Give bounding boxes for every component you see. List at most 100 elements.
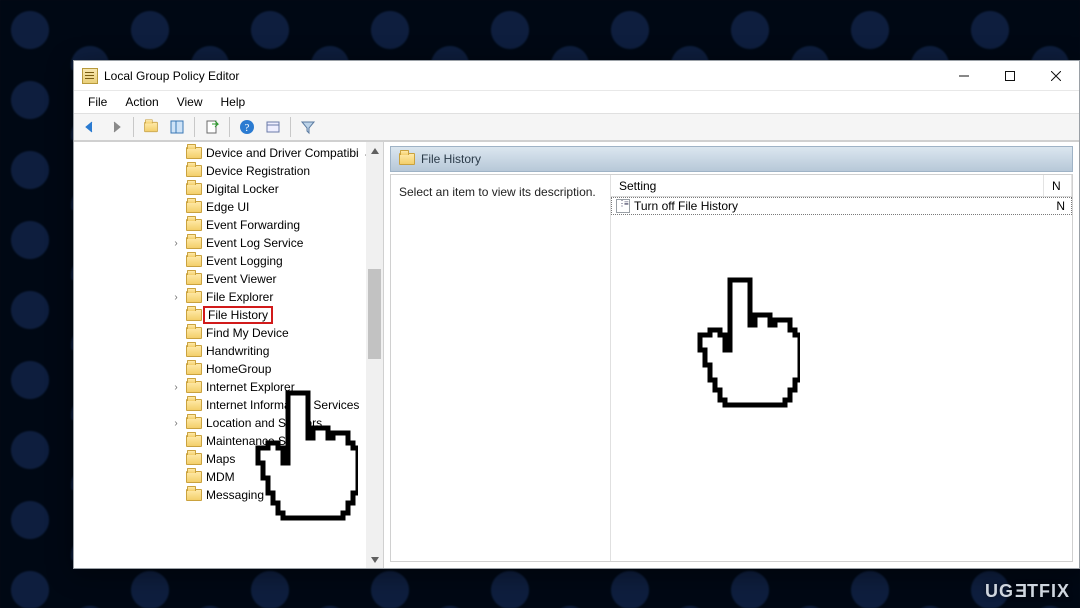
expand-arrow-icon[interactable]: › [170, 418, 182, 429]
toolbar-separator [229, 117, 230, 137]
folder-icon [186, 489, 202, 501]
up-one-level-button[interactable] [139, 115, 163, 139]
expand-arrow-icon[interactable]: › [170, 292, 182, 303]
tree-scrollbar[interactable] [366, 142, 383, 568]
toolbar-separator [194, 117, 195, 137]
tree-node[interactable]: Event Forwarding [74, 216, 383, 234]
tree-node-label: Digital Locker [206, 182, 279, 196]
tree-node[interactable]: Digital Locker [74, 180, 383, 198]
folder-icon [186, 237, 202, 249]
folder-icon [186, 327, 202, 339]
tree-node[interactable]: Find My Device [74, 324, 383, 342]
menu-view[interactable]: View [169, 93, 211, 111]
description-text: Select an item to view its description. [399, 185, 596, 199]
tree-node[interactable]: HomeGroup [74, 360, 383, 378]
content-header-title: File History [421, 152, 481, 166]
svg-text:?: ? [245, 122, 250, 134]
folder-icon [186, 147, 202, 159]
tree-node-label: Edge UI [206, 200, 249, 214]
folder-icon [186, 453, 202, 465]
cursor-hand-icon [248, 388, 358, 528]
tree-node-label: Event Viewer [206, 272, 276, 286]
tree-node-label: Event Log Service [206, 236, 303, 250]
gpedit-window: Local Group Policy Editor File Action Vi… [73, 60, 1080, 569]
folder-icon [186, 381, 202, 393]
app-icon [82, 68, 98, 84]
watermark: UGETFIX [985, 581, 1070, 602]
minimize-button[interactable] [941, 61, 987, 91]
folder-icon [186, 219, 202, 231]
cursor-hand-icon [690, 275, 800, 415]
window-body: Device and Driver Compatibi ˄ Device Regi… [74, 141, 1079, 568]
close-button[interactable] [1033, 61, 1079, 91]
scroll-down-button[interactable] [366, 551, 383, 568]
menu-bar: File Action View Help [74, 91, 1079, 113]
folder-icon [186, 183, 202, 195]
folder-icon [399, 153, 415, 165]
export-list-button[interactable] [200, 115, 224, 139]
setting-label: Turn off File History [634, 199, 738, 213]
folder-icon [186, 273, 202, 285]
expand-arrow-icon[interactable]: › [170, 238, 182, 249]
toolbar: ? [74, 113, 1079, 141]
tree-node-label: File Explorer [206, 290, 273, 304]
folder-icon [186, 255, 202, 267]
tree-node-label: HomeGroup [206, 362, 271, 376]
toolbar-separator [290, 117, 291, 137]
help-button[interactable]: ? [235, 115, 259, 139]
policy-item-icon [616, 199, 630, 213]
folder-icon [186, 435, 202, 447]
folder-icon [186, 399, 202, 411]
tree-node[interactable]: › Event Log Service [74, 234, 383, 252]
folder-icon [186, 165, 202, 177]
tree-node-label: MDM [206, 470, 235, 484]
tree-node[interactable]: File History [74, 306, 383, 324]
description-column: Select an item to view its description. [391, 175, 611, 561]
tree-node-label: Handwriting [206, 344, 269, 358]
properties-button[interactable] [261, 115, 285, 139]
tree-node-label: Device Registration [206, 164, 310, 178]
tree-node[interactable]: Device and Driver Compatibi ˄ [74, 144, 383, 162]
tree-node-label: Maps [206, 452, 235, 466]
tree-node[interactable]: Edge UI [74, 198, 383, 216]
forward-button[interactable] [104, 115, 128, 139]
column-setting[interactable]: Setting [611, 175, 1044, 196]
tree-node[interactable]: Event Viewer [74, 270, 383, 288]
tree-node-label: Find My Device [206, 326, 289, 340]
folder-icon [186, 363, 202, 375]
folder-icon [186, 417, 202, 429]
setting-row[interactable]: Turn off File History N [611, 197, 1072, 215]
folder-icon [186, 291, 202, 303]
expand-arrow-icon[interactable]: › [170, 382, 182, 393]
filter-button[interactable] [296, 115, 320, 139]
scroll-track[interactable] [366, 159, 383, 551]
tree-node[interactable]: Handwriting [74, 342, 383, 360]
titlebar[interactable]: Local Group Policy Editor [74, 61, 1079, 91]
menu-action[interactable]: Action [117, 93, 166, 111]
tree-node-label: File History [203, 306, 273, 324]
tree-node-label: Event Forwarding [206, 218, 300, 232]
folder-icon [186, 309, 202, 321]
settings-list: Setting N Turn off File History N [611, 175, 1072, 561]
back-button[interactable] [78, 115, 102, 139]
setting-state: N [1056, 199, 1071, 213]
list-header[interactable]: Setting N [611, 175, 1072, 197]
tree-node-label: Event Logging [206, 254, 283, 268]
tree-node[interactable]: Event Logging [74, 252, 383, 270]
folder-icon [186, 201, 202, 213]
tree-node[interactable]: › File Explorer [74, 288, 383, 306]
tree-node-label: Device and Driver Compatibi [206, 146, 359, 160]
scroll-up-button[interactable] [366, 142, 383, 159]
window-title: Local Group Policy Editor [104, 69, 239, 83]
toolbar-separator [133, 117, 134, 137]
menu-help[interactable]: Help [213, 93, 254, 111]
tree-node[interactable]: Device Registration [74, 162, 383, 180]
content-header: File History [390, 146, 1073, 172]
menu-file[interactable]: File [80, 93, 115, 111]
column-state[interactable]: N [1044, 175, 1072, 196]
maximize-button[interactable] [987, 61, 1033, 91]
folder-icon [186, 471, 202, 483]
scroll-thumb[interactable] [368, 269, 381, 359]
show-hide-tree-button[interactable] [165, 115, 189, 139]
folder-icon [186, 345, 202, 357]
